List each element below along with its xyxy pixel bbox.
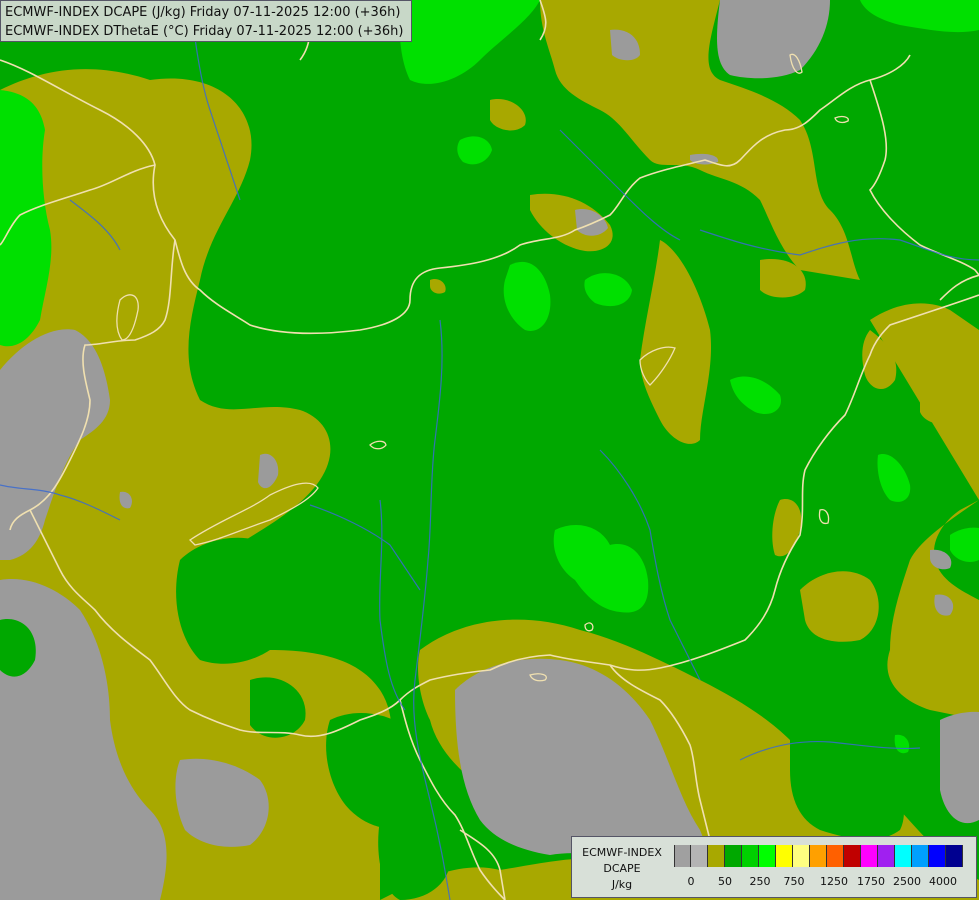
legend-swatch — [810, 845, 827, 867]
legend-swatch — [895, 845, 912, 867]
legend-swatch — [793, 845, 810, 867]
legend-title-parameter: DCAPE — [603, 862, 641, 875]
legend-swatch — [725, 845, 742, 867]
legend-swatch — [861, 845, 878, 867]
legend-swatches — [674, 845, 963, 867]
legend-title-unit: J/kg — [611, 878, 633, 891]
dcape-map — [0, 0, 979, 900]
legend-swatch — [946, 845, 963, 867]
legend-swatch — [691, 845, 708, 867]
legend-tick: 250 — [749, 875, 771, 888]
legend-title: ECMWF-INDEX DCAPE J/kg — [576, 845, 668, 893]
header-dcape-title: ECMWF-INDEX DCAPE (J/kg) Friday 07-11-20… — [5, 5, 401, 20]
legend-tick: 1250 — [820, 875, 848, 888]
color-legend: ECMWF-INDEX DCAPE J/kg 0 50 250 750 1250… — [571, 836, 977, 898]
legend-tick: 50 — [718, 875, 732, 888]
legend-title-model: ECMWF-INDEX — [582, 846, 662, 859]
legend-swatch — [912, 845, 929, 867]
legend-swatch — [929, 845, 946, 867]
legend-tick: 2500 — [893, 875, 921, 888]
legend-tick-labels: 0 50 250 750 1250 1750 2500 4000 — [674, 875, 974, 889]
header-dthetae-title: ECMWF-INDEX DThetaE (°C) Friday 07-11-20… — [5, 24, 404, 39]
legend-swatch — [844, 845, 861, 867]
legend-swatch — [708, 845, 725, 867]
legend-tick: 0 — [687, 875, 695, 888]
legend-swatch — [759, 845, 776, 867]
legend-tick: 750 — [783, 875, 805, 888]
legend-tick: 4000 — [929, 875, 957, 888]
legend-swatch — [827, 845, 844, 867]
legend-swatch — [878, 845, 895, 867]
legend-tick: 1750 — [857, 875, 885, 888]
map-header: ECMWF-INDEX DCAPE (J/kg) Friday 07-11-20… — [0, 0, 412, 42]
legend-swatch — [742, 845, 759, 867]
legend-swatch — [674, 845, 691, 867]
legend-swatch — [776, 845, 793, 867]
